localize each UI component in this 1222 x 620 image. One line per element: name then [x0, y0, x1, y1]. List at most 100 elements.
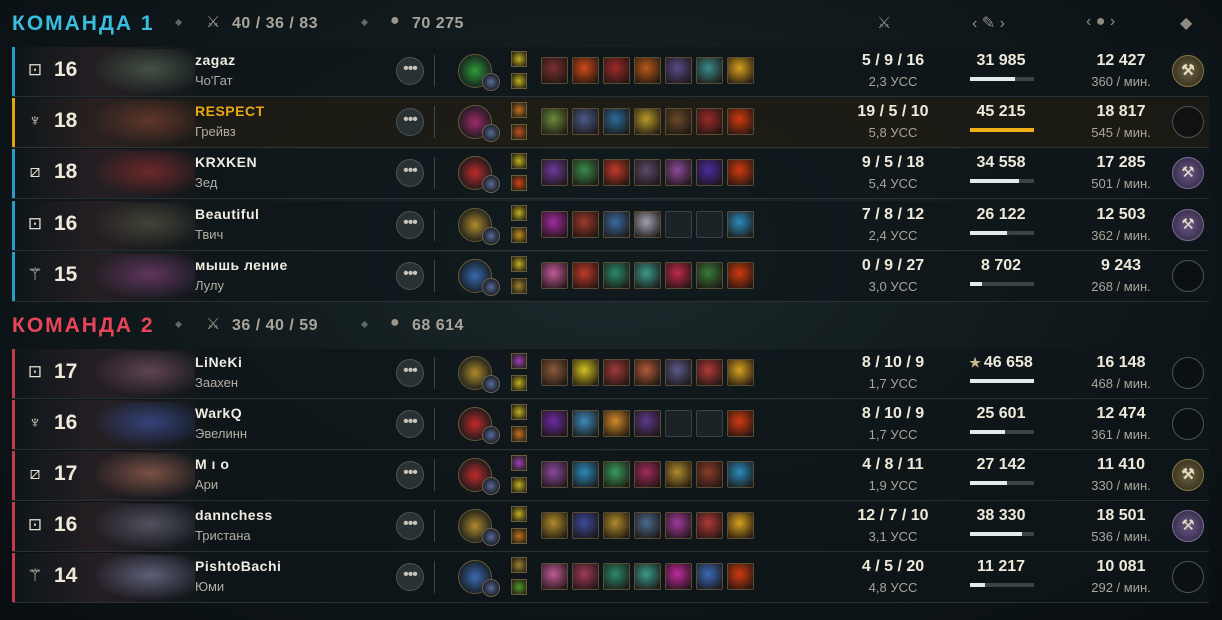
item-icon: [541, 461, 568, 488]
player-name[interactable]: WarkQ: [195, 405, 242, 421]
damage-bar-track: [970, 128, 1034, 132]
player-row[interactable]: ⧄ 17 M ı o Ари ••• 4 / 8 / 11 1,9 УСС 27 142 11 …: [12, 451, 1209, 501]
damage-column-selector[interactable]: ‹ ✎ ›: [972, 13, 1005, 33]
damage-bar-track: [970, 231, 1034, 235]
player-name[interactable]: LiNeKi: [195, 354, 242, 370]
item-icon: [603, 410, 630, 437]
champion-image: [95, 49, 195, 94]
damage-number: 25 601: [976, 405, 1026, 422]
secondary-rune-icon: [482, 175, 500, 193]
more-options-button[interactable]: •••: [396, 563, 424, 591]
more-options-button[interactable]: •••: [396, 159, 424, 187]
player-badge-icon: [1172, 561, 1204, 593]
player-row[interactable]: ⊡ 17 LiNeKi Заахен ••• 8 / 10 / 9 1,7 УСС ★ 46 6…: [12, 349, 1209, 399]
item-icon: [541, 159, 568, 186]
more-options-button[interactable]: •••: [396, 108, 424, 136]
team1-kda: 40 / 36 / 83: [232, 15, 319, 32]
more-options-button[interactable]: •••: [396, 359, 424, 387]
secondary-rune-icon: [482, 124, 500, 142]
item-icon: [603, 461, 630, 488]
summoner-spell-icon: [511, 455, 527, 471]
column-divider: [434, 408, 435, 440]
damage-number: 34 558: [976, 154, 1026, 171]
summoner-spell-icon: [511, 426, 527, 442]
item-icon: [541, 359, 568, 386]
more-options-button[interactable]: •••: [396, 461, 424, 489]
item-icon: [634, 461, 661, 488]
item-icon: [727, 563, 754, 590]
damage-value: 38 330: [952, 507, 1050, 525]
player-row[interactable]: ⊡ 16 zagaz Чо'Гат ••• 5 / 9 / 16 2,3 УСС 31 985…: [12, 47, 1209, 97]
champion-level: 17: [54, 360, 78, 383]
champion-name: Грейвз: [195, 124, 236, 139]
item-icon: [634, 211, 661, 238]
item-icon: [727, 108, 754, 135]
item-icon: [603, 262, 630, 289]
player-name[interactable]: Beautiful: [195, 206, 259, 222]
badge-glyph-icon: ⚒: [1181, 62, 1195, 79]
item-icon: [603, 211, 630, 238]
item-icon: [696, 159, 723, 186]
player-name[interactable]: PishtoBachi: [195, 558, 281, 574]
champion-level: 16: [54, 411, 78, 434]
more-options-button[interactable]: •••: [396, 262, 424, 290]
summoner-spell-icon: [511, 51, 527, 67]
column-divider: [434, 106, 435, 138]
item-icon: [541, 57, 568, 84]
player-row[interactable]: ♆ 18 RESPECT Грейвз ••• 19 / 5 / 10 5,8 УСС 45 …: [12, 98, 1209, 148]
player-row[interactable]: ⊡ 16 Beautiful Твич ••• 7 / 8 / 12 2,4 УСС 26 1…: [12, 201, 1209, 251]
team2-title: КОМАНДА 2: [12, 314, 155, 337]
summoner-spell-icon: [511, 278, 527, 294]
champion-level: 16: [54, 513, 78, 536]
kda-column-icon: ⚔: [877, 15, 892, 32]
gold-value: 12 427: [1096, 52, 1146, 69]
player-badge-icon: [1172, 260, 1204, 292]
player-name[interactable]: RESPECT: [195, 103, 265, 119]
item-icon: [541, 512, 568, 539]
item-icon: [572, 461, 599, 488]
creep-score: 4,8 УСС: [868, 580, 918, 595]
player-name[interactable]: zagaz: [195, 52, 236, 68]
player-name[interactable]: KRXKEN: [195, 154, 257, 170]
gold-column-selector[interactable]: ‹ ● ›: [1086, 13, 1115, 31]
player-name[interactable]: M ı o: [195, 456, 229, 472]
more-options-button[interactable]: •••: [396, 211, 424, 239]
player-name[interactable]: dannchess: [195, 507, 273, 523]
champion-portrait: [15, 149, 210, 198]
item-icon: [696, 461, 723, 488]
more-options-button[interactable]: •••: [396, 57, 424, 85]
badge-glyph-icon: ⚒: [1181, 164, 1195, 181]
damage-value: 8 702: [952, 257, 1050, 275]
player-row[interactable]: ⚚ 14 PishtoBachi Юми ••• 4 / 5 / 20 4,8 УСС 11 …: [12, 553, 1209, 603]
gold-value: 18 817: [1096, 103, 1146, 120]
damage-bar-track: [970, 481, 1034, 485]
player-row[interactable]: ⊡ 16 dannchess Тристана ••• 12 / 7 / 10 3,1 УС…: [12, 502, 1209, 552]
column-divider: [434, 510, 435, 542]
damage-value: 45 215: [952, 103, 1050, 121]
team1-header: КОМАНДА 1 ⚔ 40 / 36 / 83 ● 70 275 ⚔ ‹ ✎ …: [0, 2, 1222, 46]
badge-glyph-icon: ⚒: [1181, 466, 1195, 483]
item-icon: [696, 57, 723, 84]
item-icon: [665, 359, 692, 386]
gold-per-minute: 501 / мин.: [1091, 176, 1151, 191]
player-badge-icon: ⚒: [1172, 510, 1204, 542]
more-options-button[interactable]: •••: [396, 512, 424, 540]
gold-per-minute: 536 / мин.: [1091, 529, 1151, 544]
item-icon: [572, 211, 599, 238]
item-icon: [603, 563, 630, 590]
player-row[interactable]: ⧄ 18 KRXKEN Зед ••• 9 / 5 / 18 5,4 УСС 34 558 17…: [12, 149, 1209, 199]
more-options-button[interactable]: •••: [396, 410, 424, 438]
player-row[interactable]: ⚚ 15 мышь ление Лулу ••• 0 / 9 / 27 3,0 УСС 8 7…: [12, 252, 1209, 302]
item-icon: [727, 57, 754, 84]
damage-number: 31 985: [976, 52, 1026, 69]
champion-portrait: [15, 349, 210, 398]
player-row[interactable]: ♆ 16 WarkQ Эвелинн ••• 8 / 10 / 9 1,7 УСС 25 60…: [12, 400, 1209, 450]
creep-score: 5,8 УСС: [868, 125, 918, 140]
champion-portrait: [15, 502, 210, 551]
player-name[interactable]: мышь ление: [195, 257, 288, 273]
item-icon: [634, 108, 661, 135]
damage-bar-fill: [970, 532, 1023, 536]
damage-bar-track: [970, 532, 1034, 536]
champion-level: 16: [54, 212, 78, 235]
item-icon: [727, 410, 754, 437]
